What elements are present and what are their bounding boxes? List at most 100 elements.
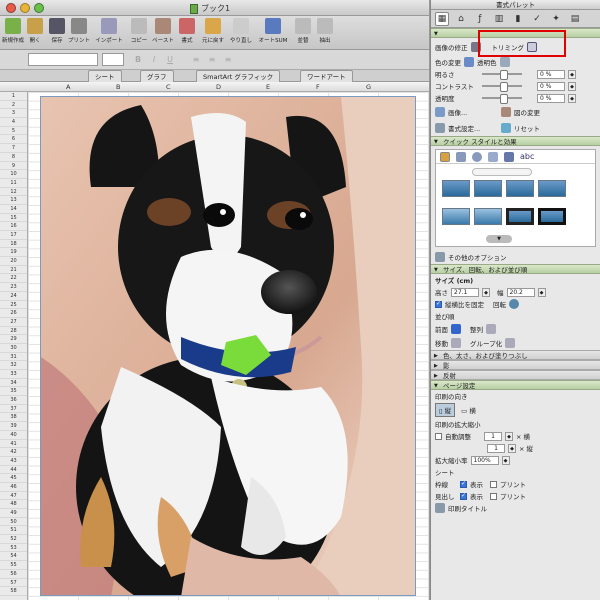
- row-header[interactable]: 4: [0, 118, 27, 127]
- row-header[interactable]: 28: [0, 327, 27, 336]
- zoom-stepper[interactable]: ◆: [501, 455, 510, 465]
- column-header-a[interactable]: A: [66, 83, 70, 91]
- row-header[interactable]: 22: [0, 274, 27, 284]
- row-header[interactable]: 26: [0, 309, 27, 318]
- row-header[interactable]: 18: [0, 240, 27, 249]
- contrast-slider[interactable]: [482, 82, 522, 92]
- row-header[interactable]: 20: [0, 257, 27, 266]
- row-header[interactable]: 38: [0, 413, 27, 423]
- style-thumb-2[interactable]: [474, 180, 502, 197]
- palette-tab-format-icon[interactable]: ▦: [435, 11, 449, 26]
- row-header[interactable]: 39: [0, 422, 27, 431]
- new-doc-button[interactable]: 新規作成: [2, 18, 24, 44]
- size-section-header[interactable]: サイズ、回転、および並び順: [431, 264, 600, 275]
- row-header[interactable]: 27: [0, 318, 27, 327]
- collapsed-section-reflection[interactable]: 反射: [431, 370, 600, 381]
- height-field[interactable]: 27.1: [451, 287, 479, 297]
- landscape-button[interactable]: ▭ 横: [458, 404, 479, 416]
- align-left-button[interactable]: ≡: [190, 53, 202, 66]
- row-header[interactable]: 57: [0, 579, 27, 588]
- row-header[interactable]: 3: [0, 109, 27, 119]
- transparent-label[interactable]: 透明色: [477, 57, 497, 67]
- image-button[interactable]: 画像...: [448, 107, 498, 117]
- row-header[interactable]: 12: [0, 188, 27, 197]
- row-header[interactable]: 43: [0, 457, 27, 466]
- row-header[interactable]: 15: [0, 214, 27, 223]
- column-header-d[interactable]: D: [216, 83, 221, 91]
- reference-tools-icon[interactable]: ▮: [511, 12, 525, 26]
- row-header[interactable]: 13: [0, 196, 27, 205]
- transparency-slider[interactable]: [482, 94, 522, 104]
- quick-style-tab-text[interactable]: abc: [520, 152, 534, 161]
- quick-style-tab-glow-icon[interactable]: [472, 151, 482, 162]
- contrast-stepper[interactable]: ◆: [568, 81, 576, 91]
- row-header[interactable]: 45: [0, 474, 27, 483]
- collapsed-section-shadow[interactable]: 影: [431, 360, 600, 371]
- compatibility-icon[interactable]: ✓: [530, 12, 544, 26]
- row-header[interactable]: 29: [0, 335, 27, 344]
- column-header-c[interactable]: C: [166, 83, 171, 91]
- row-header[interactable]: 23: [0, 283, 27, 292]
- tools-icon[interactable]: ✦: [549, 12, 563, 26]
- row-header[interactable]: 16: [0, 222, 27, 231]
- close-button[interactable]: [6, 3, 16, 13]
- quick-style-tab-reflection-icon[interactable]: [488, 151, 498, 162]
- style-thumb-5[interactable]: [442, 208, 470, 225]
- row-header[interactable]: 33: [0, 370, 27, 379]
- tab-wordart[interactable]: ワードアート: [300, 70, 353, 82]
- group-icon[interactable]: [505, 338, 516, 348]
- filter-button[interactable]: 抽出: [314, 18, 336, 44]
- recolor-icon[interactable]: [464, 57, 474, 67]
- tab-smartart[interactable]: SmartArt グラフィック: [196, 70, 281, 82]
- open-button[interactable]: 開く: [24, 18, 46, 44]
- column-header-f[interactable]: F: [316, 83, 320, 91]
- row-header[interactable]: 44: [0, 466, 27, 475]
- brightness-slider[interactable]: [482, 70, 522, 80]
- row-header[interactable]: 10: [0, 170, 27, 179]
- selected-puppy-picture[interactable]: [40, 96, 416, 596]
- font-name-select[interactable]: [28, 53, 98, 66]
- quick-style-tab-paint-icon[interactable]: [440, 151, 450, 162]
- paste-button[interactable]: ペースト: [152, 18, 174, 44]
- row-header[interactable]: 2: [0, 101, 27, 110]
- row-header[interactable]: 52: [0, 535, 27, 544]
- bring-front-icon[interactable]: [451, 324, 461, 334]
- headings-show-checkbox[interactable]: [460, 492, 467, 500]
- align-right-button[interactable]: ≡: [222, 53, 234, 66]
- row-header[interactable]: 5: [0, 127, 27, 136]
- row-header[interactable]: 30: [0, 344, 27, 353]
- row-header[interactable]: 32: [0, 361, 27, 370]
- move-icon[interactable]: [451, 338, 461, 348]
- style-thumb-1[interactable]: [442, 180, 470, 197]
- row-header[interactable]: 47: [0, 492, 27, 501]
- style-thumb-7[interactable]: [506, 208, 534, 225]
- row-header[interactable]: 48: [0, 500, 27, 509]
- tab-chart[interactable]: グラフ: [140, 70, 174, 82]
- italic-button[interactable]: I: [148, 53, 160, 66]
- row-header[interactable]: 37: [0, 405, 27, 414]
- collapsed-section-fill[interactable]: 色、太さ、および塗りつぶし: [431, 350, 600, 361]
- style-thumb-4[interactable]: [538, 180, 566, 197]
- row-header[interactable]: 19: [0, 248, 27, 258]
- print-button[interactable]: プリント: [68, 18, 90, 44]
- lock-aspect-checkbox[interactable]: [435, 300, 442, 308]
- row-header[interactable]: 8: [0, 153, 27, 162]
- sort-button[interactable]: 並替: [292, 18, 314, 44]
- font-size-select[interactable]: [102, 53, 124, 66]
- row-header[interactable]: 49: [0, 509, 27, 518]
- transparency-field[interactable]: 0 %: [537, 93, 565, 103]
- redo-button[interactable]: やり直し: [230, 18, 252, 44]
- zoom-button[interactable]: [34, 3, 44, 13]
- row-header[interactable]: 40: [0, 431, 27, 440]
- align-icon[interactable]: [486, 324, 496, 334]
- style-thumb-3[interactable]: [506, 180, 534, 197]
- row-header[interactable]: 11: [0, 179, 27, 188]
- undo-button[interactable]: 元に戻す: [202, 18, 224, 44]
- row-header[interactable]: 9: [0, 162, 27, 171]
- format-picture-button[interactable]: 書式設定...: [448, 123, 498, 133]
- quick-styles-section-header[interactable]: クイック スタイルと効果: [431, 136, 600, 147]
- row-header[interactable]: 34: [0, 379, 27, 388]
- bold-button[interactable]: B: [132, 53, 144, 66]
- style-thumb-8[interactable]: [538, 208, 566, 225]
- formula-builder-icon[interactable]: ƒ: [473, 12, 487, 26]
